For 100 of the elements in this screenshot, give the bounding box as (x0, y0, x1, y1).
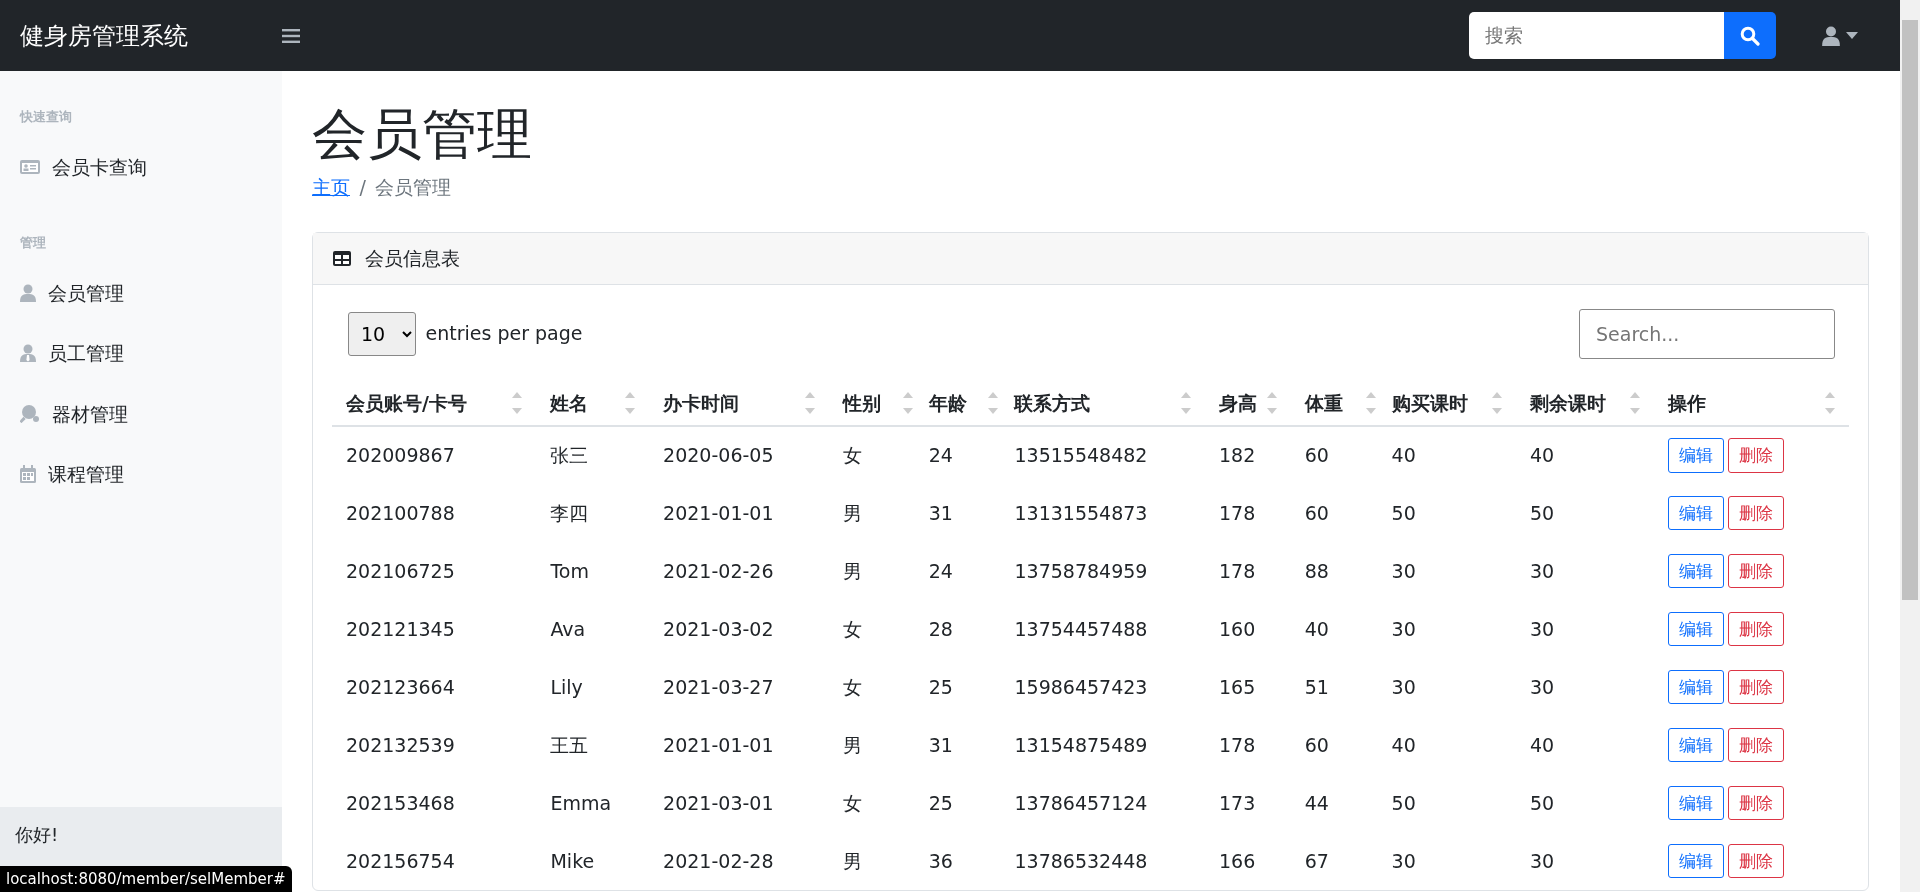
delete-button[interactable]: 删除 (1728, 611, 1785, 647)
delete-button[interactable]: 删除 (1728, 495, 1785, 531)
column-header[interactable]: 操作 (1668, 388, 1707, 417)
table-cell: 13786532448 (1014, 849, 1148, 872)
table-cell: 2021-02-26 (663, 559, 774, 582)
table-cell: 女 (843, 791, 863, 814)
sort-icon[interactable] (512, 391, 523, 414)
sort-icon[interactable] (1825, 391, 1835, 414)
sidebar-item[interactable]: 员工管理 (0, 323, 282, 384)
table-cell: 40 (1529, 444, 1555, 467)
sort-icon[interactable] (902, 391, 913, 414)
table-cell: 166 (1218, 849, 1256, 872)
table-cell: 88 (1304, 559, 1329, 582)
page-size-label: entries per page (425, 321, 583, 347)
table-cell: 40 (1391, 444, 1416, 467)
breadcrumb-link[interactable]: 主页 (312, 176, 350, 198)
delete-button[interactable]: 删除 (1728, 785, 1785, 821)
sort-icon[interactable] (1491, 391, 1502, 414)
column-header[interactable]: 剩余课时 (1529, 388, 1606, 417)
table-cell: 31 (928, 501, 953, 524)
delete-button[interactable]: 删除 (1728, 438, 1785, 473)
table-cell: 202009867 (346, 444, 455, 467)
table-cell: 30 (1391, 559, 1416, 582)
table-cell: 2021-01-01 (663, 733, 774, 756)
table-cell: Tom (550, 559, 589, 582)
table-cell: 67 (1304, 849, 1329, 872)
sidebar-item[interactable]: 器材管理 (0, 383, 282, 444)
edit-button[interactable]: 编辑 (1668, 553, 1725, 589)
sidebar-item[interactable]: 会员卡查询 (0, 136, 282, 197)
sidebar-item[interactable]: 课程管理 (0, 444, 282, 505)
edit-button[interactable]: 编辑 (1668, 611, 1725, 647)
table-cell: 13131554873 (1014, 501, 1148, 524)
scrollbar[interactable] (1900, 0, 1920, 892)
table-cell: 男 (843, 559, 863, 582)
edit-button[interactable]: 编辑 (1668, 843, 1725, 879)
scrollbar-thumb[interactable] (1902, 20, 1918, 600)
delete-button[interactable]: 删除 (1728, 727, 1785, 763)
edit-button[interactable]: 编辑 (1668, 438, 1725, 473)
breadcrumb-current: 会员管理 (375, 176, 452, 198)
column-header[interactable]: 性别 (843, 388, 882, 417)
table-cell: 202121345 (346, 617, 455, 640)
table-search-field[interactable]: Search... (1579, 308, 1835, 359)
column-header[interactable]: 年龄 (928, 388, 967, 417)
column-header[interactable]: 办卡时间 (663, 388, 740, 417)
sort-icon[interactable] (1365, 391, 1376, 414)
edit-button[interactable]: 编辑 (1668, 785, 1725, 821)
table-cell: Ava (550, 617, 586, 640)
caret-icon (1846, 32, 1858, 39)
table-cell: 女 (843, 675, 863, 698)
table-cell: 2021-02-28 (663, 849, 774, 872)
table-cell: 28 (928, 617, 953, 640)
table-cell: 202123664 (346, 675, 455, 698)
table-cell: 60 (1304, 501, 1329, 524)
delete-button[interactable]: 删除 (1728, 553, 1785, 589)
table-cell: 24 (928, 559, 953, 582)
table-cell: 40 (1391, 733, 1416, 756)
sort-icon[interactable] (988, 391, 999, 414)
greeting-text: 你好! (15, 823, 60, 847)
column-header[interactable]: 身高 (1218, 388, 1257, 417)
sort-icon[interactable] (1180, 391, 1191, 414)
search-button[interactable] (1724, 12, 1776, 59)
column-header[interactable]: 体重 (1304, 388, 1343, 417)
delete-button[interactable]: 删除 (1728, 669, 1785, 705)
table-cell: 202132539 (346, 733, 455, 756)
table-cell: 13515548482 (1014, 444, 1148, 467)
table-cell: 2021-03-27 (663, 675, 774, 698)
page-size-select[interactable]: 10 (348, 311, 416, 356)
column-header[interactable]: 会员账号/卡号 (346, 388, 467, 417)
table-cell: 30 (1529, 559, 1555, 582)
table-cell: 李四 (550, 501, 589, 524)
table-cell: 30 (1529, 849, 1555, 872)
table-cell: 202106725 (346, 559, 455, 582)
sidebar-item[interactable]: 会员管理 (0, 262, 282, 323)
delete-button[interactable]: 删除 (1728, 843, 1785, 879)
sort-icon[interactable] (625, 391, 636, 414)
table-cell: 24 (928, 444, 953, 467)
edit-button[interactable]: 编辑 (1668, 727, 1725, 763)
brand-title[interactable]: 健身房管理系统 (20, 17, 282, 54)
sort-icon[interactable] (805, 391, 816, 414)
column-header[interactable]: 姓名 (550, 388, 589, 417)
user-icon (1822, 25, 1840, 46)
table-cell: Mike (550, 849, 595, 872)
edit-button[interactable]: 编辑 (1668, 495, 1725, 531)
paddle-icon (20, 404, 40, 423)
table-cell: 15986457423 (1014, 675, 1148, 698)
table-cell: 13754457488 (1014, 617, 1148, 640)
table-cell: 50 (1529, 501, 1555, 524)
search-field[interactable]: 搜索 (1469, 12, 1724, 59)
edit-button[interactable]: 编辑 (1668, 669, 1725, 705)
sort-icon[interactable] (1266, 391, 1277, 414)
table-cell: 30 (1529, 617, 1555, 640)
column-header[interactable]: 联系方式 (1014, 388, 1091, 417)
search-icon (1740, 25, 1760, 46)
table-cell: 30 (1391, 675, 1416, 698)
sort-icon[interactable] (1630, 391, 1641, 414)
table-cell: 2021-01-01 (663, 501, 774, 524)
column-header[interactable]: 购买课时 (1391, 388, 1468, 417)
table-cell: 60 (1304, 444, 1329, 467)
menu-icon[interactable] (282, 28, 300, 43)
table-cell: 25 (928, 791, 953, 814)
